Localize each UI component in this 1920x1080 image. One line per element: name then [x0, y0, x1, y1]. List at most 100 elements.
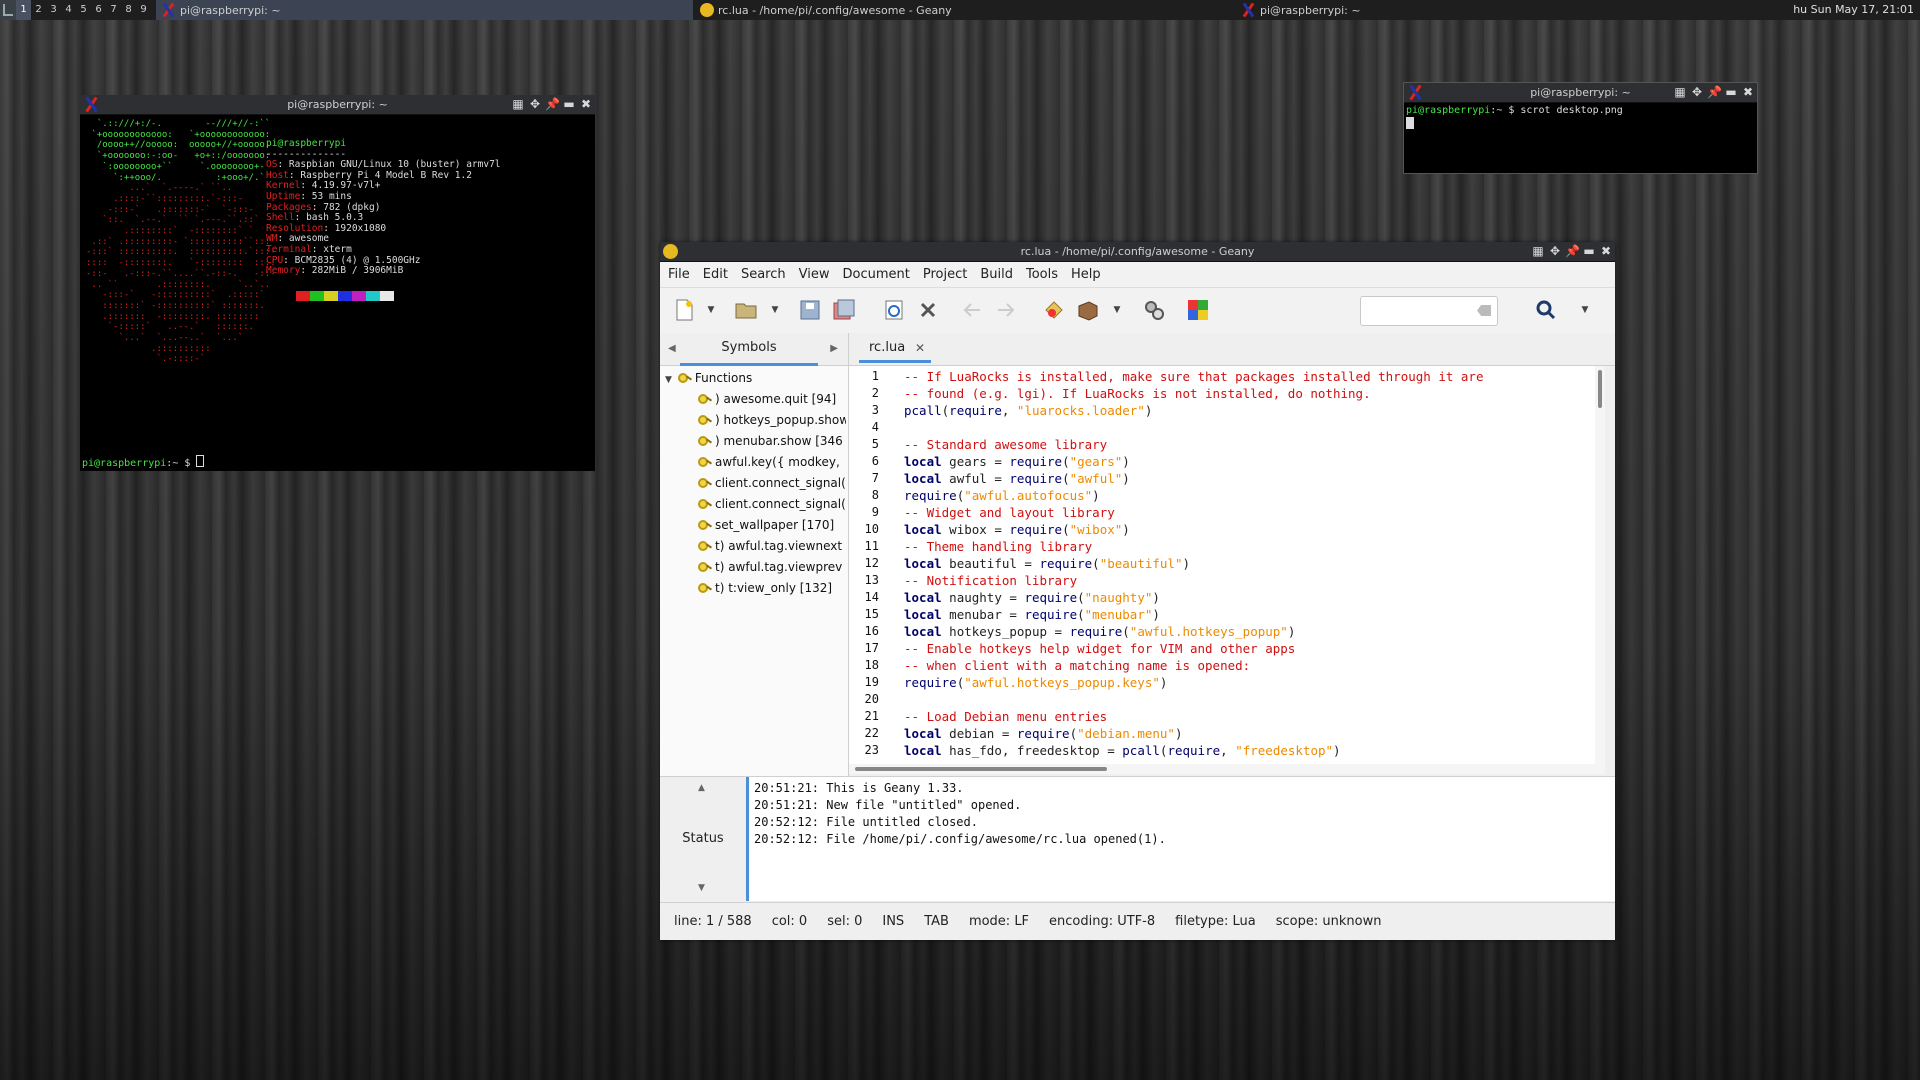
menu-view[interactable]: View: [799, 262, 837, 287]
open-folder-icon[interactable]: [734, 298, 758, 322]
symbol-item[interactable]: ) menubar.show [346: [698, 431, 846, 452]
save-icon[interactable]: [798, 298, 822, 322]
build-icon[interactable]: [1076, 298, 1100, 322]
new-file-icon[interactable]: [672, 298, 696, 322]
expander-down-icon[interactable]: ▼: [665, 375, 672, 385]
code-editor[interactable]: 1 2 3 4 5 6 7 8 9 10 11 12 13 14 15 16 1…: [849, 366, 1605, 764]
titlebar[interactable]: rc.lua - /home/pi/.config/awesome - Gean…: [660, 242, 1615, 262]
typed-command: scrot desktop.png: [1520, 105, 1623, 116]
terminal-window-neofetch[interactable]: pi@raspberrypi: ~ ▦ ✥ 📌 ▬ ✖ `.::///+:/-.…: [80, 95, 595, 471]
symbol-item[interactable]: ) hotkeys_popup.show: [698, 410, 846, 431]
tag-9[interactable]: 9: [136, 0, 151, 20]
menu-edit[interactable]: Edit: [703, 262, 735, 287]
maximize-icon[interactable]: ▬: [562, 97, 576, 111]
ontop-icon[interactable]: 📌: [1707, 85, 1722, 99]
close-tab-icon[interactable]: ✕: [915, 333, 925, 363]
search-icon[interactable]: [1534, 298, 1558, 322]
titlebar[interactable]: pi@raspberrypi: ~ ▦ ✥ 📌 ▬ ✖: [80, 95, 595, 115]
tag-8[interactable]: 8: [121, 0, 136, 20]
menu-build[interactable]: Build: [980, 262, 1020, 287]
tag-3[interactable]: 3: [46, 0, 61, 20]
symbol-item[interactable]: t) t:view_only [132]: [698, 578, 846, 599]
tab-status[interactable]: Status: [660, 831, 746, 846]
sticky-icon[interactable]: ✥: [1548, 244, 1562, 258]
status-sel: sel: 0: [827, 914, 863, 929]
tag-2[interactable]: 2: [31, 0, 46, 20]
close-icon[interactable]: ✖: [579, 97, 593, 111]
floating-icon[interactable]: ▦: [1673, 85, 1687, 99]
floating-icon[interactable]: ▦: [511, 97, 525, 111]
compile-icon[interactable]: [1042, 298, 1066, 322]
chevron-down-icon[interactable]: ▼: [770, 298, 780, 322]
back-arrow-icon[interactable]: [960, 298, 984, 322]
tab-rc-lua[interactable]: rc.lua ✕: [859, 333, 931, 363]
symbol-item[interactable]: awful.key({ modkey,: [698, 452, 846, 473]
menu-tools[interactable]: Tools: [1026, 262, 1065, 287]
task-xterm-1[interactable]: pi@raspberrypi: ~: [156, 0, 693, 20]
scrollbar-thumb[interactable]: [855, 767, 1107, 771]
close-file-icon[interactable]: [916, 298, 940, 322]
tag-1[interactable]: 1: [16, 0, 31, 20]
status-message: 20:51:21: New file "untitled" opened.: [754, 798, 1022, 812]
symbol-item[interactable]: client.connect_signal(: [698, 494, 846, 515]
chevron-right-icon[interactable]: ▶: [830, 343, 838, 354]
terminal-window-scrot[interactable]: pi@raspberrypi: ~ ▦ ✥ 📌 ▬ ✖ pi@raspberry…: [1403, 82, 1758, 174]
terminal-screen[interactable]: pi@raspberrypi:~ $ scrot desktop.png: [1404, 103, 1757, 173]
symbol-item[interactable]: set_wallpaper [170]: [698, 515, 846, 536]
vertical-scrollbar[interactable]: [1595, 366, 1605, 764]
chevron-down-icon[interactable]: ▼: [1112, 298, 1122, 322]
terminal-screen[interactable]: `.::///+:/-. --///+//-:`` `+oooooooooooo…: [80, 115, 595, 471]
status-tab: TAB: [924, 914, 949, 929]
tab-symbols[interactable]: Symbols: [680, 333, 818, 366]
chevron-down-icon[interactable]: ▼: [706, 298, 716, 322]
menu-document[interactable]: Document: [842, 262, 916, 287]
sticky-icon[interactable]: ✥: [528, 97, 542, 111]
tag-7[interactable]: 7: [106, 0, 121, 20]
sticky-icon[interactable]: ✥: [1690, 85, 1704, 99]
menu-file[interactable]: File: [668, 262, 697, 287]
maximize-icon[interactable]: ▬: [1724, 85, 1738, 99]
chevron-down-icon[interactable]: ▼: [1580, 298, 1590, 322]
menu-project[interactable]: Project: [923, 262, 974, 287]
preferences-gears-icon[interactable]: [1142, 298, 1166, 322]
chevron-down-icon[interactable]: ▼: [698, 883, 705, 893]
tree-node-functions[interactable]: ▼ Functions: [665, 368, 752, 389]
chevron-left-icon[interactable]: ◀: [668, 343, 676, 354]
clear-icon[interactable]: [1477, 305, 1491, 316]
search-input[interactable]: [1360, 296, 1498, 326]
tag-6[interactable]: 6: [91, 0, 106, 20]
symbol-item[interactable]: ) awesome.quit [94]: [698, 389, 846, 410]
task-geany[interactable]: rc.lua - /home/pi/.config/awesome - Gean…: [696, 0, 1233, 20]
ontop-icon[interactable]: 📌: [545, 97, 560, 111]
menu-search[interactable]: Search: [741, 262, 793, 287]
ontop-icon[interactable]: 📌: [1565, 244, 1580, 258]
code-line: local naughty = require("naughty"): [904, 590, 1160, 605]
awesome-launcher-icon[interactable]: [0, 0, 16, 20]
geany-window[interactable]: rc.lua - /home/pi/.config/awesome - Gean…: [660, 242, 1615, 940]
task-xterm-2[interactable]: pi@raspberrypi: ~: [1236, 0, 1736, 20]
symbol-item[interactable]: t) awful.tag.viewnext: [698, 536, 846, 557]
chevron-up-icon[interactable]: ▲: [698, 783, 705, 793]
floating-icon[interactable]: ▦: [1531, 244, 1545, 258]
scrollbar-thumb[interactable]: [1598, 370, 1602, 408]
tag-4[interactable]: 4: [61, 0, 76, 20]
line-number: 19: [864, 675, 879, 689]
task-label: pi@raspberrypi: ~: [180, 3, 281, 17]
color-chooser-icon[interactable]: [1186, 298, 1210, 322]
menu-help[interactable]: Help: [1071, 262, 1108, 287]
status-message: 20:52:12: File /home/pi/.config/awesome/…: [754, 832, 1166, 846]
titlebar[interactable]: pi@raspberrypi: ~ ▦ ✥ 📌 ▬ ✖: [1404, 83, 1757, 103]
tag-5[interactable]: 5: [76, 0, 91, 20]
code-line: -- Widget and layout library: [904, 505, 1115, 520]
forward-arrow-icon[interactable]: [994, 298, 1018, 322]
status-col: col: 0: [771, 914, 808, 929]
symbol-item[interactable]: client.connect_signal(: [698, 473, 846, 494]
symbol-label: t) awful.tag.viewprev: [715, 560, 843, 574]
maximize-icon[interactable]: ▬: [1582, 244, 1596, 258]
close-icon[interactable]: ✖: [1599, 244, 1613, 258]
reload-icon[interactable]: [882, 298, 906, 322]
save-all-icon[interactable]: [832, 298, 856, 322]
horizontal-scrollbar[interactable]: [849, 764, 1605, 774]
close-icon[interactable]: ✖: [1741, 85, 1755, 99]
symbol-item[interactable]: t) awful.tag.viewprev: [698, 557, 846, 578]
